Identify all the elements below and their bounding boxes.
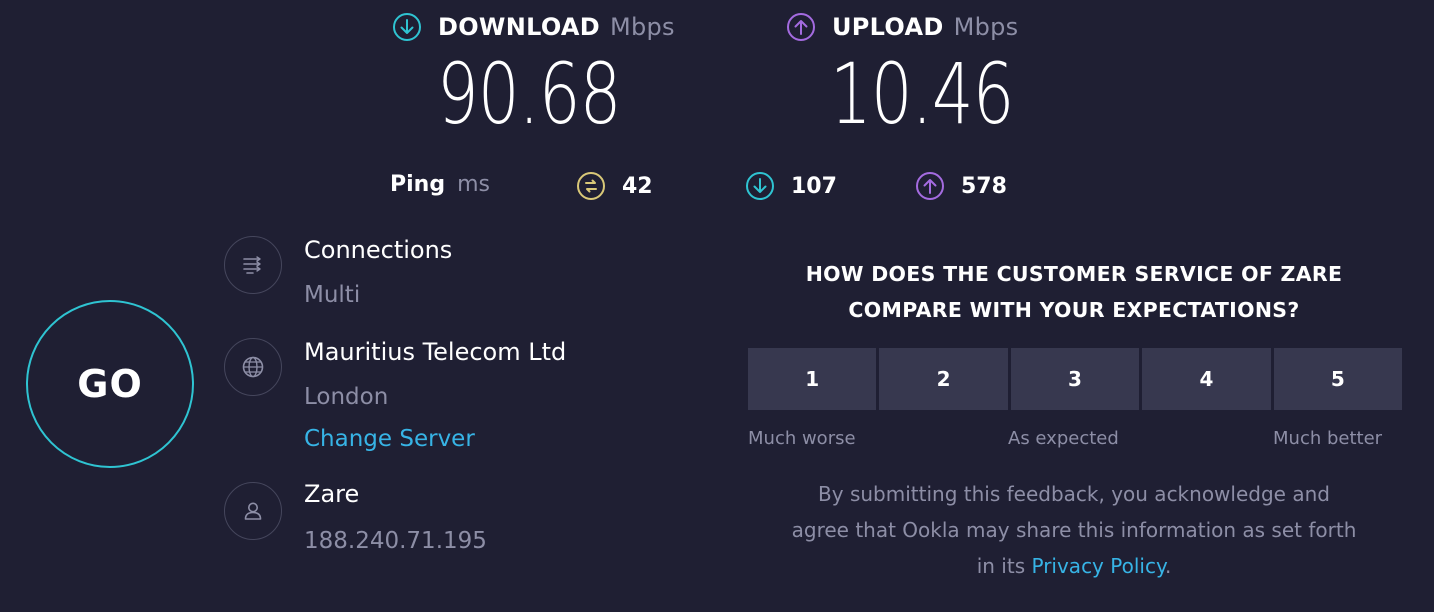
- disclaimer-line1: By submitting this feedback, you acknowl…: [818, 482, 1330, 506]
- ping-download-value: 107: [791, 173, 837, 199]
- rating-button-5[interactable]: 5: [1273, 348, 1403, 410]
- disclaimer-line3: in its Privacy Policy.: [744, 548, 1404, 584]
- ping-idle-value: 42: [622, 173, 653, 199]
- upload-circle-icon: [916, 172, 944, 200]
- globe-icon-badge: [224, 338, 282, 396]
- ping-idle-icon: [577, 172, 605, 200]
- connections-value: Multi: [304, 282, 361, 308]
- download-circle-icon: [746, 172, 774, 200]
- change-server-link[interactable]: Change Server: [304, 426, 475, 452]
- download-header: DOWNLOAD Mbps: [392, 12, 675, 42]
- download-unit: Mbps: [609, 13, 675, 41]
- upload-unit: Mbps: [953, 13, 1019, 41]
- ping-upload: 578: [915, 171, 1007, 201]
- rating-button-4[interactable]: 4: [1142, 348, 1271, 410]
- ping-label-text: Ping: [390, 172, 446, 197]
- survey-question-line1: HOW DOES THE CUSTOMER SERVICE OF ZARE: [805, 262, 1343, 286]
- rating-button-2[interactable]: 2: [879, 348, 1008, 410]
- scale-label-low: Much worse: [748, 428, 856, 449]
- connections-icon: [243, 256, 261, 274]
- disclaimer-line2: agree that Ookla may share this informat…: [791, 518, 1357, 542]
- connections-icon-badge: [224, 236, 282, 294]
- survey-question: HOW DOES THE CUSTOMER SERVICE OF ZARE CO…: [744, 256, 1404, 328]
- disclaimer-line3-prefix: in its: [976, 554, 1026, 578]
- scale-label-mid: As expected: [1008, 428, 1119, 449]
- upload-label: UPLOAD: [832, 13, 944, 41]
- scale-label-high: Much better: [1273, 428, 1383, 449]
- server-location: London: [304, 384, 389, 410]
- disclaimer-line3-suffix: .: [1164, 554, 1172, 578]
- rating-button-1[interactable]: 1: [748, 348, 877, 410]
- ping-label: Ping ms: [390, 172, 490, 197]
- download-circle-icon: [393, 13, 421, 41]
- privacy-policy-link[interactable]: Privacy Policy: [1031, 554, 1164, 578]
- provider-title: Zare: [304, 480, 360, 508]
- server-title: Mauritius Telecom Ltd: [304, 338, 567, 366]
- globe-icon: [242, 356, 264, 378]
- rating-button-3[interactable]: 3: [1010, 348, 1140, 410]
- feedback-disclaimer: By submitting this feedback, you acknowl…: [744, 476, 1404, 584]
- user-icon-badge: [224, 482, 282, 540]
- ping-download: 107: [745, 171, 837, 201]
- survey-question-line2: COMPARE WITH YOUR EXPECTATIONS?: [848, 298, 1300, 322]
- ping-idle: 42: [576, 171, 653, 201]
- user-icon: [244, 502, 262, 520]
- rating-scale: 1 2 3 4 5: [748, 348, 1403, 410]
- download-label: DOWNLOAD: [438, 13, 600, 41]
- download-value: 90.68: [437, 45, 621, 143]
- ping-unit: ms: [457, 172, 490, 197]
- ping-upload-value: 578: [961, 173, 1007, 199]
- upload-value: 10.46: [830, 45, 1014, 143]
- upload-header: UPLOAD Mbps: [786, 12, 1018, 42]
- upload-circle-icon: [787, 13, 815, 41]
- provider-ip: 188.240.71.195: [304, 528, 487, 554]
- go-button[interactable]: GO: [26, 300, 194, 468]
- connections-title: Connections: [304, 236, 453, 264]
